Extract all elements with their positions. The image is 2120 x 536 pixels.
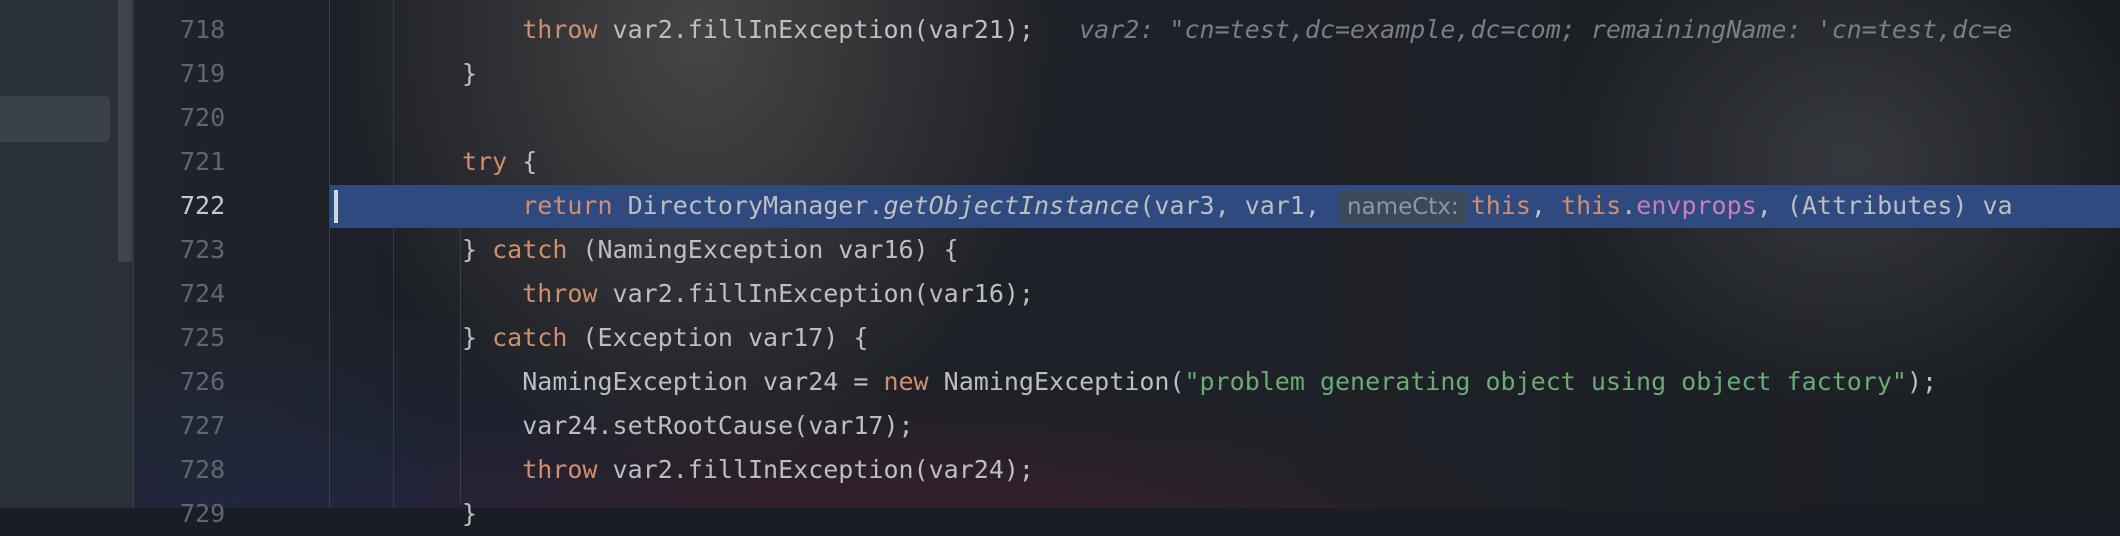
code-token: catch (492, 235, 568, 264)
code-token: DirectoryManager. (612, 191, 884, 220)
line-number[interactable]: 728 (180, 448, 225, 492)
code-text[interactable]: var24.setRootCause(var17); (462, 404, 914, 448)
code-line[interactable]: 729} (0, 492, 2120, 536)
code-token: return (522, 191, 613, 220)
code-line[interactable]: 724 throw var2.fillInException(var16); (0, 272, 2120, 316)
code-line[interactable]: 722 return DirectoryManager.getObjectIns… (0, 184, 2120, 228)
code-line[interactable]: 727 var24.setRootCause(var17); (0, 404, 2120, 448)
code-token: this (1561, 191, 1622, 220)
line-number[interactable]: 727 (180, 404, 225, 448)
code-token: ); (1906, 367, 1938, 396)
code-token: "problem generating object using object … (1184, 367, 1907, 396)
code-token: throw (522, 279, 598, 308)
line-number[interactable]: 720 (180, 96, 225, 140)
code-token: this (1470, 191, 1531, 220)
code-token: getObjectInstance (883, 191, 1140, 220)
code-token: var2.fillInException(var16); (597, 279, 1034, 308)
line-number[interactable]: 719 (180, 52, 225, 96)
code-token: new (883, 367, 929, 396)
code-token: (var3, var1, (1139, 191, 1336, 220)
code-token: var2.fillInException(var21); (597, 15, 1080, 44)
code-token: throw (522, 455, 598, 484)
code-token: try (462, 147, 508, 176)
line-number[interactable]: 729 (180, 492, 225, 536)
code-line[interactable]: 728 throw var2.fillInException(var24); (0, 448, 2120, 492)
line-number[interactable]: 725 (180, 316, 225, 360)
code-token: var24.setRootCause(var17); (522, 411, 914, 440)
code-token: var2.fillInException(var24); (597, 455, 1034, 484)
line-number[interactable]: 722 (180, 184, 225, 228)
code-text[interactable]: return DirectoryManager.getObjectInstanc… (462, 184, 2013, 228)
line-number[interactable]: 726 (180, 360, 225, 404)
code-token: (Exception var17) { (567, 323, 869, 352)
code-line[interactable]: 720 (0, 96, 2120, 140)
code-token: } (462, 499, 478, 528)
code-token: catch (492, 323, 568, 352)
code-token: envprops (1636, 191, 1757, 220)
code-token: . (1621, 191, 1637, 220)
code-token: } (462, 59, 478, 88)
code-line[interactable]: 725} catch (Exception var17) { (0, 316, 2120, 360)
code-token: } (462, 235, 493, 264)
code-text[interactable]: } (462, 52, 477, 96)
debugger-inline-value: var2: "cn=test,dc=example,dc=com; remain… (1079, 15, 2013, 44)
code-token: , (Attributes) va (1756, 191, 2013, 220)
code-token: throw (522, 15, 598, 44)
code-text[interactable]: throw var2.fillInException(var24); (462, 448, 1034, 492)
code-line[interactable]: 719} (0, 52, 2120, 96)
code-line[interactable]: 723} catch (NamingException var16) { (0, 228, 2120, 272)
line-number[interactable]: 723 (180, 228, 225, 272)
code-token: NamingException var24 = (522, 367, 884, 396)
code-token: NamingException( (928, 367, 1185, 396)
code-line[interactable]: 718 throw var2.fillInException(var21); v… (0, 8, 2120, 52)
code-text[interactable]: NamingException var24 = new NamingExcept… (462, 360, 1937, 404)
code-text[interactable]: throw var2.fillInException(var21); var2:… (462, 8, 2012, 52)
code-token: (NamingException var16) { (567, 235, 959, 264)
line-number[interactable]: 721 (180, 140, 225, 184)
code-line[interactable]: 726 NamingException var24 = new NamingEx… (0, 360, 2120, 404)
line-number[interactable]: 724 (180, 272, 225, 316)
code-text[interactable]: } catch (NamingException var16) { (462, 228, 959, 272)
code-token: , (1530, 191, 1562, 220)
code-text[interactable]: try { (462, 140, 537, 184)
line-number[interactable]: 718 (180, 8, 225, 52)
code-line[interactable]: 721 try { (0, 140, 2120, 184)
parameter-name-hint: nameCtx: (1339, 191, 1467, 224)
code-text[interactable]: } (462, 492, 477, 536)
code-token: { (507, 147, 538, 176)
code-text[interactable]: throw var2.fillInException(var16); (462, 272, 1034, 316)
code-token: } (462, 323, 493, 352)
code-text[interactable]: } catch (Exception var17) { (462, 316, 868, 360)
